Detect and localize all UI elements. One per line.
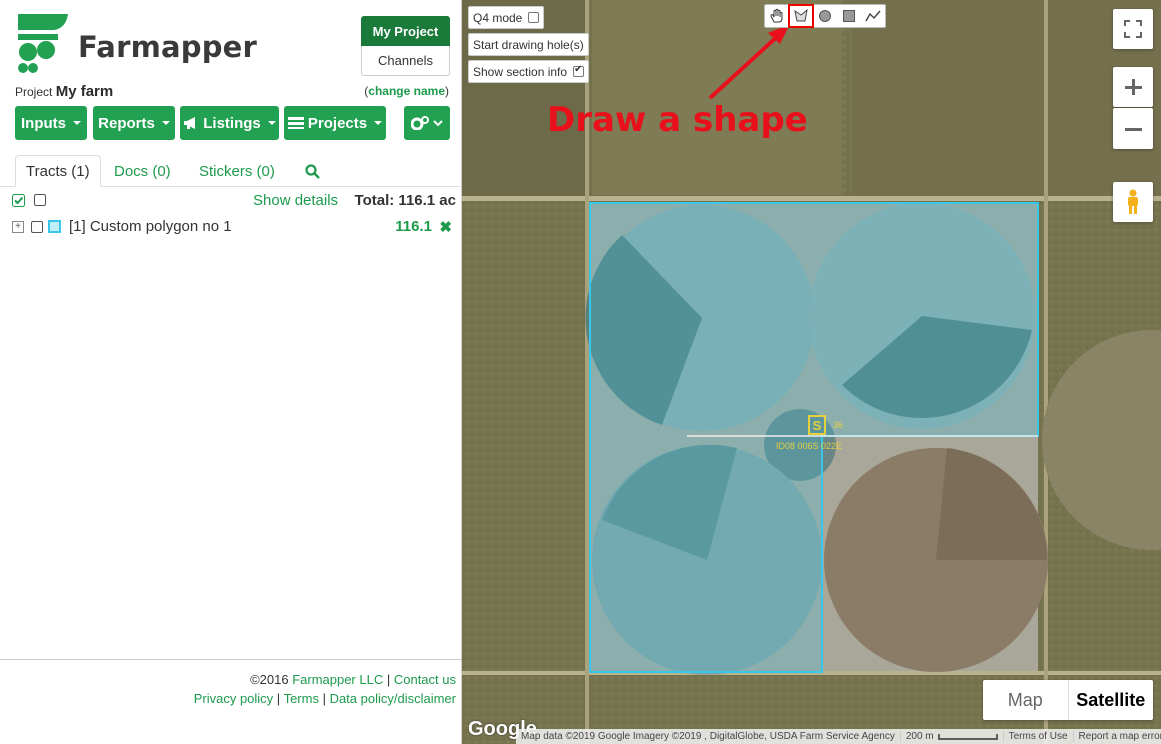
tract-name[interactable]: [1] Custom polygon no 1: [69, 218, 232, 235]
copyright-text: ©2016: [250, 672, 289, 687]
section-info-label: Show section info: [473, 64, 568, 79]
scale-label: 200 m: [905, 731, 934, 742]
tract-color-swatch: [48, 220, 61, 233]
footer: ©2016 Farmapper LLC | Contact us Privacy…: [0, 659, 462, 708]
settings-dropdown-button[interactable]: [404, 106, 450, 140]
map-canvas[interactable]: S 36 ID08 006S 022E Q4 mode Start drawin…: [462, 0, 1161, 744]
brand-name: Farmapper: [78, 30, 258, 64]
circle-icon[interactable]: [813, 5, 837, 27]
hand-icon[interactable]: [765, 5, 789, 27]
q4-mode-checkbox[interactable]: [528, 12, 540, 23]
total-area: Total: 116.1 ac: [354, 192, 456, 209]
change-name-link[interactable]: change name: [368, 84, 445, 98]
caret-down-icon: [267, 121, 276, 125]
tab-tracts[interactable]: Tracts (1): [15, 155, 101, 187]
scale-bar: 200 m: [901, 731, 1004, 742]
reports-label: Reports: [98, 114, 155, 132]
caret-down-icon: [161, 121, 170, 125]
terms-link[interactable]: Terms: [284, 691, 319, 706]
side-panel: Farmapper My Project Channels Project My…: [0, 0, 462, 744]
project-title: Project My farm: [15, 83, 113, 100]
gears-icon: [411, 116, 429, 130]
listings-label: Listings: [203, 114, 261, 132]
tab-bar: Tracts (1) Docs (0) Stickers (0): [0, 155, 462, 187]
channels-button[interactable]: Channels: [361, 46, 450, 76]
q4-mode-label: Q4 mode: [473, 10, 523, 25]
q4-mode-toggle[interactable]: Q4 mode: [468, 6, 545, 29]
farmapper-logo-icon: [18, 14, 68, 73]
drawing-toolbar: [764, 4, 886, 28]
megaphone-icon: [184, 117, 196, 129]
projects-dropdown-button[interactable]: Projects: [284, 106, 386, 140]
projects-label: Projects: [307, 114, 368, 132]
delete-icon[interactable]: ✖: [439, 218, 452, 236]
report-error-link[interactable]: Report a map error: [1074, 731, 1161, 742]
project-switch: My Project Channels: [361, 16, 450, 76]
rectangle-icon[interactable]: [837, 5, 861, 27]
fullscreen-button[interactable]: [1113, 9, 1153, 49]
list-item: + [1] Custom polygon no 1 116.1 ✖: [12, 218, 452, 236]
select-none-checkbox[interactable]: [34, 194, 46, 206]
contact-link[interactable]: Contact us: [394, 672, 456, 687]
section-info-toggle[interactable]: Show section info: [468, 60, 590, 83]
street-view-pegman[interactable]: [1113, 182, 1153, 222]
list-icon: [287, 117, 304, 129]
map-type-map-button[interactable]: Map: [983, 680, 1069, 720]
inputs-label: Inputs: [21, 114, 66, 132]
list-header: Show details Total: 116.1 ac: [12, 192, 456, 210]
listings-dropdown-button[interactable]: Listings: [180, 106, 279, 140]
scale-line-icon: [937, 733, 998, 740]
map-type-control: Map Satellite: [983, 680, 1153, 720]
reports-dropdown-button[interactable]: Reports: [93, 106, 175, 140]
section-marker[interactable]: S: [808, 415, 826, 435]
expand-icon[interactable]: +: [12, 221, 24, 233]
tab-stickers[interactable]: Stickers (0): [199, 155, 275, 187]
company-link[interactable]: Farmapper LLC: [292, 672, 383, 687]
chevron-down-icon: [433, 120, 443, 127]
terms-of-use-link[interactable]: Terms of Use: [1004, 731, 1074, 742]
minus-icon: [1125, 127, 1142, 131]
start-hole-button[interactable]: Start drawing hole(s): [468, 33, 589, 56]
select-all-checkbox[interactable]: [12, 194, 25, 207]
search-icon[interactable]: [305, 155, 320, 187]
data-policy-link[interactable]: Data policy/disclaimer: [330, 691, 456, 706]
my-project-button[interactable]: My Project: [361, 16, 450, 46]
inputs-dropdown-button[interactable]: Inputs: [15, 106, 87, 140]
tract-area: 116.1: [395, 218, 432, 235]
polyline-icon[interactable]: [861, 5, 885, 27]
caret-down-icon: [73, 121, 81, 125]
draw-shape-annotation: Draw a shape: [547, 100, 808, 140]
zoom-in-button[interactable]: [1113, 67, 1153, 107]
section-number: 36: [833, 420, 844, 430]
privacy-link[interactable]: Privacy policy: [194, 691, 273, 706]
show-details-link[interactable]: Show details: [253, 192, 338, 209]
project-prefix: Project: [15, 85, 53, 99]
project-name: My farm: [55, 83, 114, 100]
tract-checkbox[interactable]: [31, 221, 43, 233]
zoom-out-button[interactable]: [1113, 108, 1153, 149]
section-info-checkbox[interactable]: [573, 64, 585, 77]
change-name: (change name): [364, 84, 449, 98]
attribution-text: Map data ©2019 Google Imagery ©2019 , Di…: [516, 731, 901, 742]
pegman-icon: [1128, 189, 1138, 214]
map-attribution-bar: Map data ©2019 Google Imagery ©2019 , Di…: [516, 729, 1161, 744]
section-code: ID08 006S 022E: [776, 441, 843, 451]
plus-icon: [1125, 79, 1142, 95]
caret-down-icon: [374, 121, 383, 125]
polygon-icon[interactable]: [788, 4, 814, 28]
fullscreen-icon: [1124, 20, 1142, 38]
map-type-satellite-button[interactable]: Satellite: [1069, 680, 1154, 720]
tab-docs[interactable]: Docs (0): [114, 155, 171, 187]
